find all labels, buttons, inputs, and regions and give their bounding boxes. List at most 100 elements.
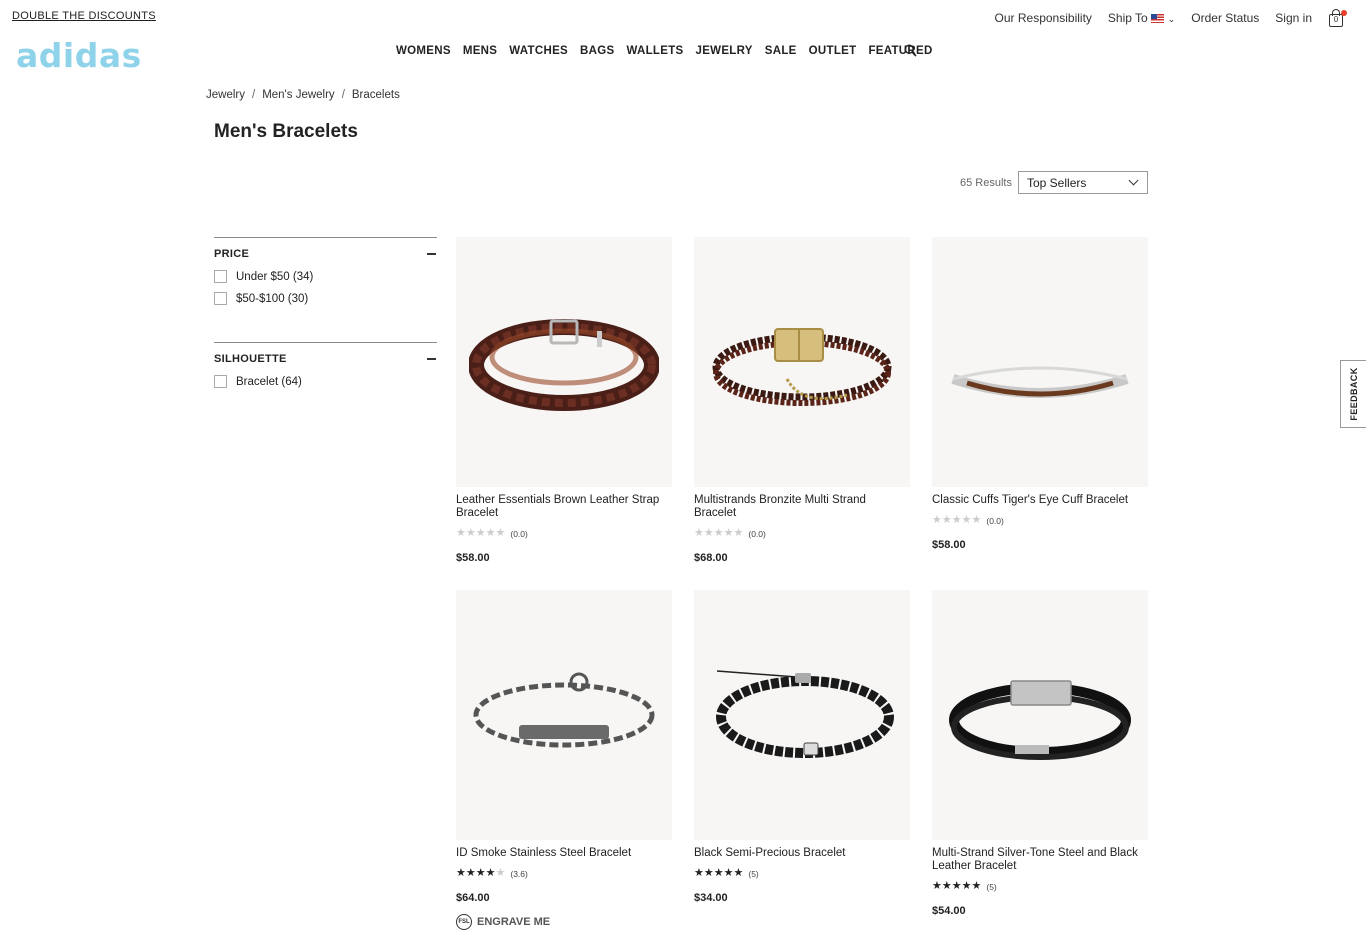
nav-item-jewelry[interactable]: JEWELRY xyxy=(696,45,753,57)
product-price: $64.00 xyxy=(456,892,490,904)
star-icon: ★ xyxy=(961,880,972,892)
braided-leather-bracelet-image xyxy=(469,319,659,411)
nav-item-featured[interactable]: FEATURED xyxy=(868,45,932,57)
filter-option[interactable]: Bracelet (64) xyxy=(214,375,437,388)
shopping-bag-icon[interactable]: 0 xyxy=(1328,9,1347,27)
product-image[interactable] xyxy=(694,237,910,487)
engrave-badge-icon: FSL xyxy=(456,914,472,930)
rating-count: (5) xyxy=(748,868,759,879)
nav-item-watches[interactable]: WATCHES xyxy=(509,45,568,57)
star-icon: ★ xyxy=(495,867,506,879)
filter-option[interactable]: Under $50 (34) xyxy=(214,270,437,283)
rating-count: (3.6) xyxy=(510,868,528,879)
cart-count: 0 xyxy=(1329,14,1343,27)
star-icon: ★ xyxy=(932,514,942,526)
star-icon: ★ xyxy=(465,867,476,879)
engrave-me-link[interactable]: FSL ENGRAVE ME xyxy=(456,914,672,930)
product-name[interactable]: ID Smoke Stainless Steel Bracelet xyxy=(456,847,672,860)
product-rating: ★ ★ ★ ★ ★ (5) xyxy=(694,868,910,879)
product-image[interactable] xyxy=(932,590,1148,840)
star-rating: ★ ★ ★ ★ ★ xyxy=(456,868,505,879)
star-icon: ★ xyxy=(951,880,962,892)
product-name[interactable]: Leather Essentials Brown Leather Strap B… xyxy=(456,494,672,520)
breadcrumb-jewelry[interactable]: Jewelry xyxy=(206,89,245,101)
cuff-bracelet-image xyxy=(951,366,1129,398)
star-icon: ★ xyxy=(961,514,972,526)
breadcrumb-separator: / xyxy=(251,89,256,101)
star-icon: ★ xyxy=(951,514,962,526)
star-icon: ★ xyxy=(733,867,744,879)
product-image[interactable] xyxy=(456,237,672,487)
star-icon: ★ xyxy=(495,527,506,539)
star-icon: ★ xyxy=(456,867,466,879)
filter-title: PRICE xyxy=(214,248,250,260)
checkbox[interactable] xyxy=(214,292,227,305)
product-name[interactable]: Multi-Strand Silver-Tone Steel and Black… xyxy=(932,847,1148,873)
star-icon: ★ xyxy=(694,867,704,879)
star-rating: ★ ★ ★ ★ ★ xyxy=(694,528,743,539)
product-image[interactable] xyxy=(932,237,1148,487)
rating-count: (5) xyxy=(986,881,997,892)
star-icon: ★ xyxy=(941,514,952,526)
nav-item-bags[interactable]: BAGS xyxy=(580,45,614,57)
star-rating: ★ ★ ★ ★ ★ xyxy=(932,881,981,892)
star-icon: ★ xyxy=(723,527,734,539)
filter-header[interactable]: SILHOUETTE xyxy=(214,343,437,365)
product-card[interactable]: Black Semi-Precious Bracelet ★ ★ ★ ★ ★ (5) $3… xyxy=(694,590,910,904)
ship-to-selector[interactable]: Ship To ⌄ xyxy=(1108,11,1175,25)
ship-to-label: Ship To xyxy=(1107,11,1148,25)
product-card[interactable]: Leather Essentials Brown Leather Strap B… xyxy=(456,237,672,564)
order-status-link[interactable]: Order Status xyxy=(1191,11,1259,25)
cart-indicator-dot xyxy=(1341,10,1347,16)
filter-option-label: $50-$100 (30) xyxy=(236,292,309,305)
rating-count: (0.0) xyxy=(748,528,766,539)
checkbox[interactable] xyxy=(214,270,227,283)
star-rating: ★ ★ ★ ★ ★ xyxy=(932,515,981,526)
nav-item-outlet[interactable]: OUTLET xyxy=(809,45,857,57)
breadcrumb-mens-jewelry[interactable]: Men's Jewelry xyxy=(262,89,335,101)
sort-select[interactable]: Top Sellers xyxy=(1018,171,1148,194)
feedback-tab[interactable]: FEEDBACK xyxy=(1340,360,1366,428)
chevron-down-icon xyxy=(1128,175,1139,186)
checkbox[interactable] xyxy=(214,375,227,388)
engrave-label: ENGRAVE ME xyxy=(477,916,551,928)
nav-item-womens[interactable]: WOMENS xyxy=(396,45,451,57)
chevron-down-icon: ⌄ xyxy=(1167,14,1176,24)
filter-option-label: Bracelet (64) xyxy=(236,375,302,388)
star-icon: ★ xyxy=(485,527,496,539)
star-icon: ★ xyxy=(941,880,952,892)
product-rating: ★ ★ ★ ★ ★ (0.0) xyxy=(694,528,910,539)
rating-count: (0.0) xyxy=(986,515,1004,526)
search-icon[interactable] xyxy=(904,44,917,57)
product-card[interactable]: Multi-Strand Silver-Tone Steel and Black… xyxy=(932,590,1148,917)
logo[interactable]: adidas xyxy=(16,36,142,75)
product-price: $68.00 xyxy=(694,552,728,564)
star-icon: ★ xyxy=(733,527,744,539)
product-card[interactable]: Multistrands Bronzite Multi Strand Brace… xyxy=(694,237,910,564)
star-icon: ★ xyxy=(475,867,486,879)
product-card[interactable]: Classic Cuffs Tiger's Eye Cuff Bracelet … xyxy=(932,237,1148,551)
product-name[interactable]: Classic Cuffs Tiger's Eye Cuff Bracelet xyxy=(932,494,1148,507)
nav-item-sale[interactable]: SALE xyxy=(765,45,797,57)
collapse-icon[interactable] xyxy=(427,253,436,255)
star-icon: ★ xyxy=(694,527,704,539)
product-name[interactable]: Multistrands Bronzite Multi Strand Brace… xyxy=(694,494,910,520)
product-image[interactable] xyxy=(456,590,672,840)
nav-item-mens[interactable]: MENS xyxy=(463,45,497,57)
filter-option[interactable]: $50-$100 (30) xyxy=(214,292,437,305)
star-icon: ★ xyxy=(456,527,466,539)
us-flag-icon xyxy=(1150,14,1164,24)
filter-header[interactable]: PRICE xyxy=(214,238,437,260)
our-responsibility-link[interactable]: Our Responsibility xyxy=(995,11,1092,25)
nav-item-wallets[interactable]: WALLETS xyxy=(626,45,683,57)
breadcrumb-bracelets[interactable]: Bracelets xyxy=(352,89,400,101)
sign-in-link[interactable]: Sign in xyxy=(1275,11,1312,25)
product-name[interactable]: Black Semi-Precious Bracelet xyxy=(694,847,910,860)
product-card[interactable]: ID Smoke Stainless Steel Bracelet ★ ★ ★ ★ ★ (… xyxy=(456,590,672,930)
promo-link[interactable]: DOUBLE THE DISCOUNTS xyxy=(12,10,156,22)
product-image[interactable] xyxy=(694,590,910,840)
star-icon: ★ xyxy=(971,514,982,526)
collapse-icon[interactable] xyxy=(427,358,436,360)
product-price: $58.00 xyxy=(932,539,966,551)
filter-silhouette: SILHOUETTE Bracelet (64) xyxy=(214,342,437,388)
